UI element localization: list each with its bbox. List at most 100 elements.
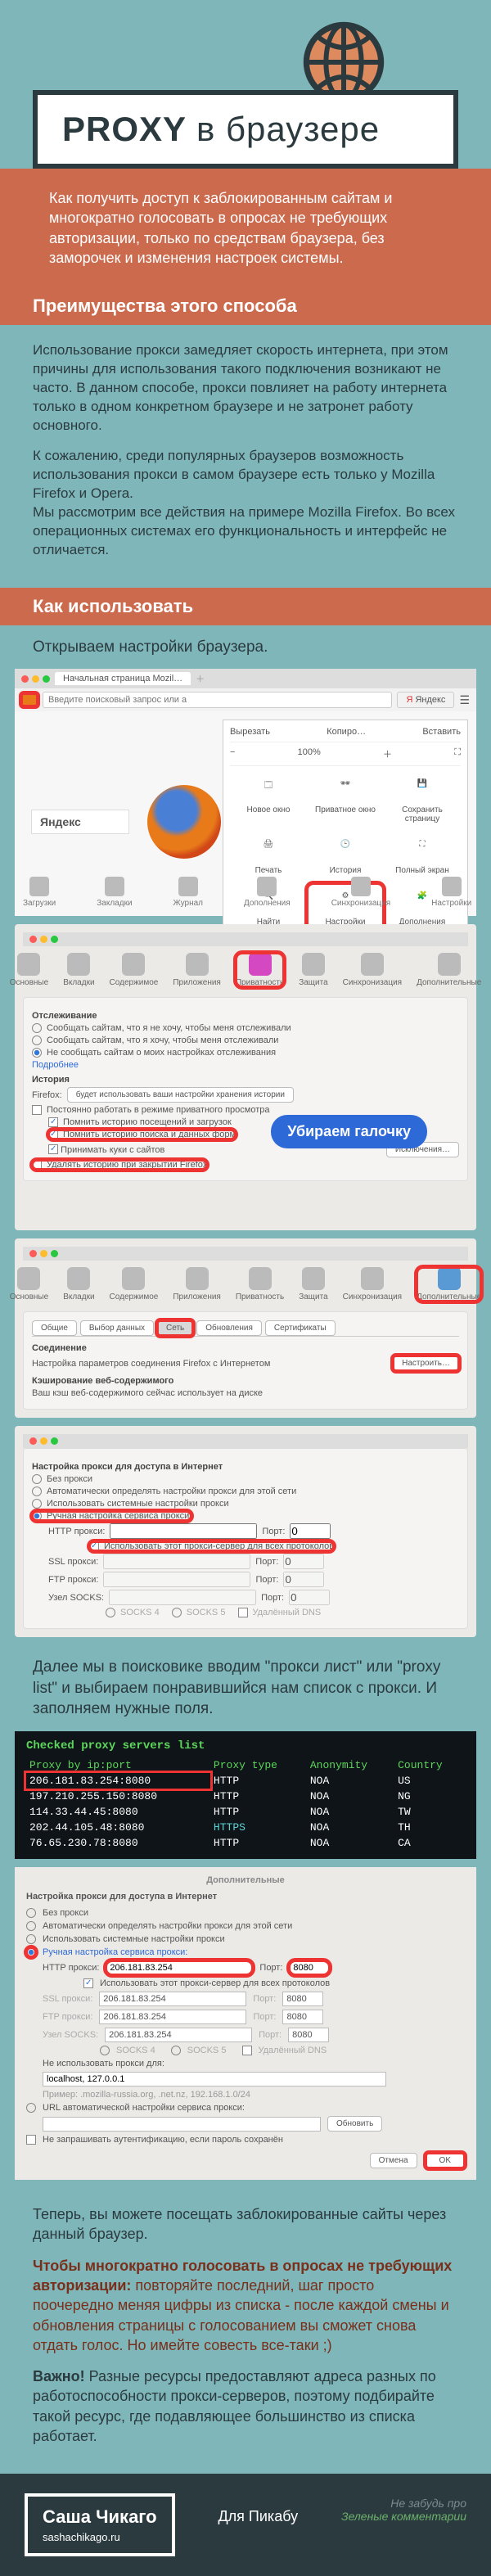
autourl-input[interactable] [43, 2117, 321, 2132]
bm-bookmarks[interactable]: Закладки [97, 877, 132, 908]
tab-security-2[interactable]: Защита [299, 1267, 327, 1302]
cb-cookies[interactable] [48, 1144, 58, 1154]
port-input-filled[interactable] [289, 1960, 330, 1975]
copy-button[interactable]: Копиро… [327, 727, 366, 737]
tab-privacy-2[interactable]: Приватность [236, 1267, 284, 1302]
table-row[interactable]: 206.181.83.254:8080HTTPNOAUS [26, 1773, 465, 1789]
bm-sync[interactable]: Синхронизация [331, 877, 390, 908]
tab-security[interactable]: Защита [299, 953, 327, 987]
radio-no-pref[interactable] [32, 1048, 42, 1058]
menu-newwindow[interactable]: 🗔Новое окно [230, 771, 307, 832]
paste-button[interactable]: Вставить [422, 727, 461, 737]
cb-same-2[interactable] [83, 1978, 93, 1988]
tab-privacy[interactable]: Приватность [236, 953, 284, 987]
connection-heading: Соединение [32, 1343, 459, 1353]
urlbar[interactable] [43, 692, 392, 708]
radio-do-track[interactable] [32, 1035, 42, 1045]
bm-addons[interactable]: Дополнения [244, 877, 291, 908]
socks-input[interactable] [109, 1590, 256, 1605]
maximize-icon[interactable] [43, 675, 50, 683]
yandex-logo[interactable]: Яндекс [31, 810, 129, 834]
menu-button[interactable]: ☰ [459, 693, 470, 707]
table-row[interactable]: 202.44.105.48:8080HTTPSNOATH [26, 1820, 465, 1835]
cancel-button[interactable]: Отмена [370, 2153, 417, 2168]
reload-button[interactable]: Обновить [327, 2116, 382, 2132]
noproxy-input[interactable] [43, 2072, 386, 2087]
radio-socks4[interactable] [106, 1608, 115, 1617]
tab-apps-2[interactable]: Приложения [173, 1267, 221, 1302]
configure-button[interactable]: Настроить… [393, 1356, 459, 1371]
r-system-2[interactable] [26, 1934, 36, 1944]
table-row[interactable]: 197.210.255.150:8080HTTPNOANG [26, 1789, 465, 1804]
subtab-updates[interactable]: Обновления [196, 1320, 262, 1336]
ok-button[interactable]: OK [426, 2153, 465, 2168]
screenshot-pref-advanced: Основные Вкладки Содержимое Приложения П… [15, 1238, 476, 1418]
radio-noproxy[interactable] [32, 1474, 42, 1484]
menu-history[interactable]: 🕒История [307, 832, 384, 883]
tab-advanced[interactable]: Дополнительные [417, 953, 481, 987]
addtab-button[interactable]: ＋ [196, 672, 205, 685]
zoom-plus-button[interactable]: ＋ [383, 747, 392, 760]
menu-save[interactable]: 💾Сохранить страницу [384, 771, 461, 832]
port-input[interactable] [290, 1523, 331, 1539]
ftp-port[interactable] [283, 1572, 324, 1587]
yandex-search-label[interactable]: Я Яндекс [397, 692, 454, 708]
tab-content[interactable]: Содержимое [110, 953, 159, 987]
cb-remember-history[interactable] [48, 1117, 58, 1127]
socks-port[interactable] [289, 1590, 330, 1605]
http-input[interactable] [110, 1523, 257, 1539]
ssl-input[interactable] [103, 1554, 250, 1569]
switch-icon [17, 953, 40, 976]
r-autourl[interactable] [26, 2103, 36, 2113]
clock-icon: 🕒 [334, 840, 357, 863]
table-row[interactable]: 76.65.230.78:8080HTTPNOACA [26, 1835, 465, 1851]
bm-history[interactable]: Журнал [173, 877, 204, 908]
radio-socks5[interactable] [172, 1608, 182, 1617]
subtab-general[interactable]: Общие [32, 1320, 77, 1336]
tab-general-2[interactable]: Основные [10, 1267, 48, 1302]
cut-button[interactable]: Вырезать [230, 727, 270, 737]
radio-do-not-track[interactable] [32, 1023, 42, 1033]
cb-clear-on-close[interactable] [32, 1160, 42, 1170]
table-row[interactable]: 114.33.44.45:8080HTTPNOATW [26, 1804, 465, 1820]
menu-fullscreen[interactable]: ⛶Полный экран [384, 832, 461, 883]
minimize-icon[interactable] [32, 675, 39, 683]
menu-private[interactable]: 🕶Приватное окно [307, 771, 384, 832]
radio-auto[interactable] [32, 1487, 42, 1496]
radio-system[interactable] [32, 1499, 42, 1509]
cb-same-proxy[interactable] [89, 1541, 99, 1551]
tab-tabs[interactable]: Вкладки [63, 953, 94, 987]
ftp-input[interactable] [103, 1572, 250, 1587]
tab-sync[interactable]: Синхронизация [343, 953, 402, 987]
subtab-data[interactable]: Выбор данных [80, 1320, 154, 1336]
ssl-port[interactable] [283, 1554, 324, 1569]
tab-general[interactable]: Основные [10, 953, 48, 987]
label-forms: Помнить историю поиска и данных форм [63, 1130, 236, 1139]
fullscreen-icon[interactable]: ⛶ [454, 747, 461, 760]
close-icon[interactable] [21, 675, 29, 683]
cb-remote-dns[interactable] [238, 1608, 248, 1617]
radio-manual[interactable] [32, 1511, 42, 1521]
tab-title[interactable]: Начальная страница Mozil… [55, 672, 191, 685]
tab-content-2[interactable]: Содержимое [110, 1267, 159, 1302]
history-mode-select[interactable]: будет использовать ваши настройки хранен… [67, 1087, 294, 1103]
r-auto-2[interactable] [26, 1921, 36, 1931]
subtab-certs[interactable]: Сертификаты [265, 1320, 336, 1336]
r-noproxy-2[interactable] [26, 1908, 36, 1918]
screenshot-firefox-menu: Начальная страница Mozil… ＋ Я Яндекс ☰ Я… [15, 669, 476, 916]
subtab-network[interactable]: Сеть [157, 1320, 193, 1336]
r-manual-2[interactable] [26, 1947, 36, 1957]
tab-tabs-2[interactable]: Вкладки [63, 1267, 94, 1302]
tab-apps[interactable]: Приложения [173, 953, 221, 987]
cb-noauth[interactable] [26, 2135, 36, 2145]
cb-private[interactable] [32, 1105, 42, 1115]
zoom-minus-button[interactable]: − [230, 747, 235, 760]
menu-print[interactable]: 🖨Печать [230, 832, 307, 883]
bm-downloads[interactable]: Загрузки [23, 877, 56, 908]
cb-remember-forms[interactable] [48, 1130, 58, 1139]
http-input-filled[interactable] [106, 1960, 253, 1975]
learn-more-link[interactable]: Подробнее [32, 1060, 79, 1070]
tab-advanced-2[interactable]: Дополнительные [417, 1267, 481, 1302]
bm-settings[interactable]: Настройки [431, 877, 471, 908]
tab-sync-2[interactable]: Синхронизация [343, 1267, 402, 1302]
